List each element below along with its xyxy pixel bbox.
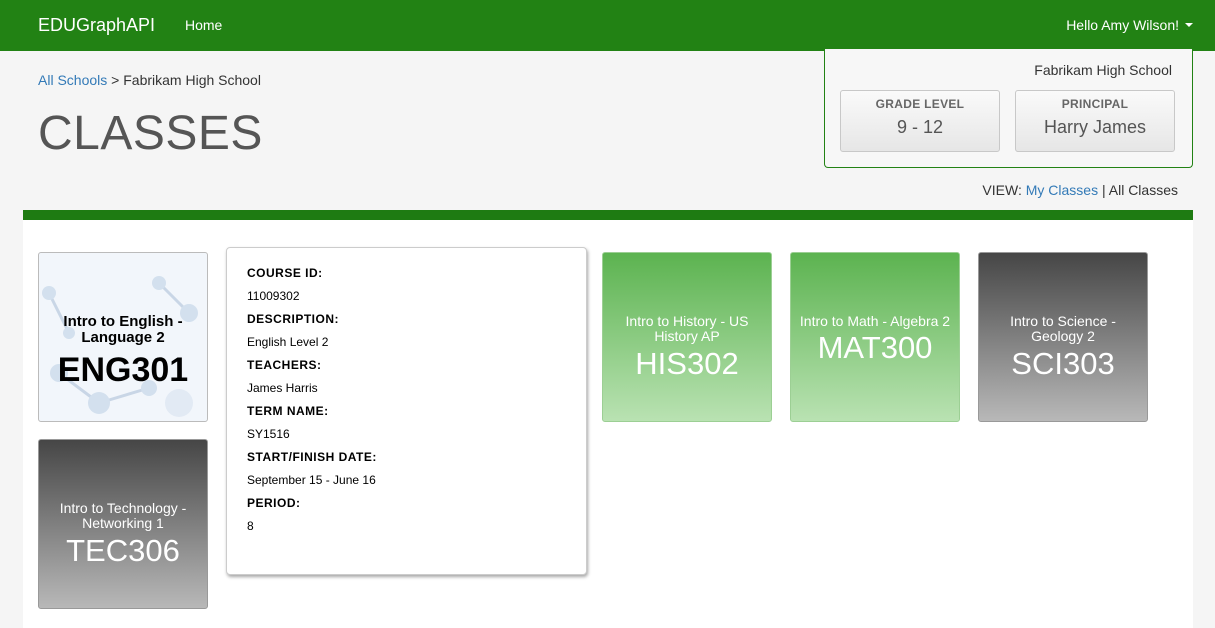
nav-home-link[interactable]: Home xyxy=(185,17,222,33)
class-tile-mat300[interactable]: Intro to Math - Algebra 2 MAT300 xyxy=(790,252,960,422)
my-classes-link[interactable]: My Classes xyxy=(1026,182,1098,198)
class-code: TEC306 xyxy=(66,533,180,568)
principal-value: Harry James xyxy=(1043,117,1146,137)
class-detail-card: COURSE ID: 11009302 DESCRIPTION: English… xyxy=(226,247,587,575)
class-code: SCI303 xyxy=(1011,346,1115,381)
teachers-label: TEACHERS: xyxy=(247,358,322,372)
caret-down-icon xyxy=(1185,23,1193,27)
class-tile-tec306[interactable]: Intro to Technology - Networking 1 TEC30… xyxy=(38,439,208,609)
all-classes-link[interactable]: All Classes xyxy=(1109,182,1178,198)
term-label: TERM NAME: xyxy=(247,404,329,418)
course-id-value: 11009302 xyxy=(247,289,300,303)
period-value: 8 xyxy=(247,519,254,533)
class-name: Intro to History - US History AP xyxy=(625,313,749,344)
teachers-value: James Harris xyxy=(247,381,318,395)
breadcrumb-all-schools[interactable]: All Schools xyxy=(38,72,107,88)
class-name: Intro to Science - Geology 2 xyxy=(1010,313,1116,344)
breadcrumb: All Schools > Fabrikam High School xyxy=(38,72,261,88)
dates-value: September 15 - June 16 xyxy=(247,473,376,487)
breadcrumb-separator: > xyxy=(107,72,124,88)
principal-card: PRINCIPAL Harry James xyxy=(1015,90,1175,152)
school-info-panel: Fabrikam High School GRADE LEVEL 9 - 12 … xyxy=(824,49,1193,168)
user-greeting: Hello Amy Wilson! xyxy=(1066,17,1179,33)
principal-label: PRINCIPAL xyxy=(1061,97,1129,111)
class-code: MAT300 xyxy=(817,330,933,365)
description-label: DESCRIPTION: xyxy=(247,312,340,326)
class-code: HIS302 xyxy=(635,346,739,381)
dates-label: START/FINISH DATE: xyxy=(247,450,377,464)
school-name: Fabrikam High School xyxy=(1034,62,1172,78)
view-switch: VIEW: My Classes | All Classes xyxy=(982,182,1178,198)
class-tile-his302[interactable]: Intro to History - US History AP HIS302 xyxy=(602,252,772,422)
breadcrumb-current: Fabrikam High School xyxy=(123,72,261,88)
class-tile-sci303[interactable]: Intro to Science - Geology 2 SCI303 xyxy=(978,252,1148,422)
grade-level-card: GRADE LEVEL 9 - 12 xyxy=(840,90,1000,152)
term-value: SY1516 xyxy=(247,427,290,441)
grade-level-value: 9 - 12 xyxy=(896,117,944,137)
description-value: English Level 2 xyxy=(247,335,329,349)
page-title: CLASSES xyxy=(38,107,263,160)
course-id-label: COURSE ID: xyxy=(247,266,323,280)
top-navbar: EDUGraphAPI Home Hello Amy Wilson! xyxy=(0,0,1215,51)
view-separator: | xyxy=(1101,182,1106,198)
class-name: Intro to English - Language 2 xyxy=(63,313,183,346)
class-name: Intro to Math - Algebra 2 xyxy=(799,313,951,329)
grade-level-label: GRADE LEVEL xyxy=(875,97,965,111)
brand-link[interactable]: EDUGraphAPI xyxy=(38,15,155,36)
section-divider xyxy=(23,210,1193,220)
class-name: Intro to Technology - Networking 1 xyxy=(59,500,187,531)
class-code: ENG301 xyxy=(57,351,189,389)
period-label: PERIOD: xyxy=(247,496,301,510)
user-menu[interactable]: Hello Amy Wilson! xyxy=(1066,17,1193,33)
class-tile-eng301[interactable]: Intro to English - Language 2 ENG301 xyxy=(38,252,208,422)
view-label: VIEW: xyxy=(982,182,1022,198)
